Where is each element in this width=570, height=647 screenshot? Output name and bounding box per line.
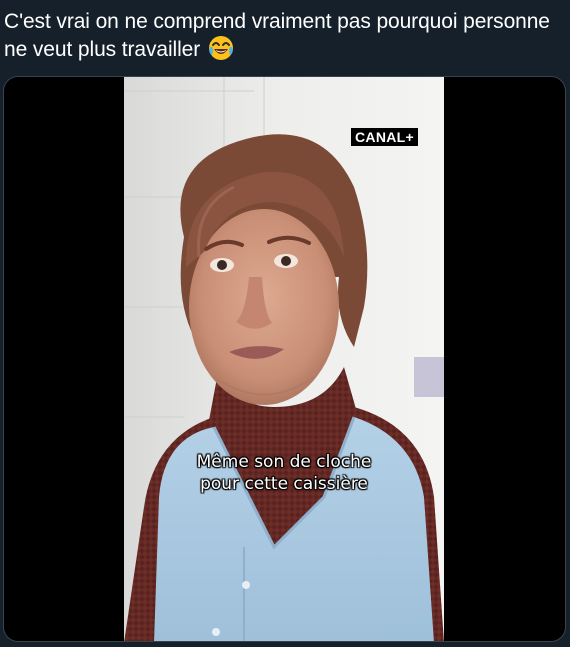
caption-line-1: Même son de cloche (196, 452, 372, 472)
caption-line-2: pour cette caissière (200, 474, 368, 494)
video-frame[interactable]: CANAL+ Même son de cloche pour cette cai… (124, 77, 444, 641)
video-still-image (124, 77, 444, 641)
video-caption: Même son de cloche pour cette caissière (124, 451, 444, 495)
channel-logo: CANAL+ (351, 128, 418, 146)
tweet-body: C'est vrai on ne comprend vraiment pas p… (4, 10, 550, 61)
tweet-text: C'est vrai on ne comprend vraiment pas p… (4, 8, 564, 68)
video-player[interactable]: CANAL+ Même son de cloche pour cette cai… (3, 76, 566, 642)
laughing-tears-emoji-icon (208, 35, 234, 68)
